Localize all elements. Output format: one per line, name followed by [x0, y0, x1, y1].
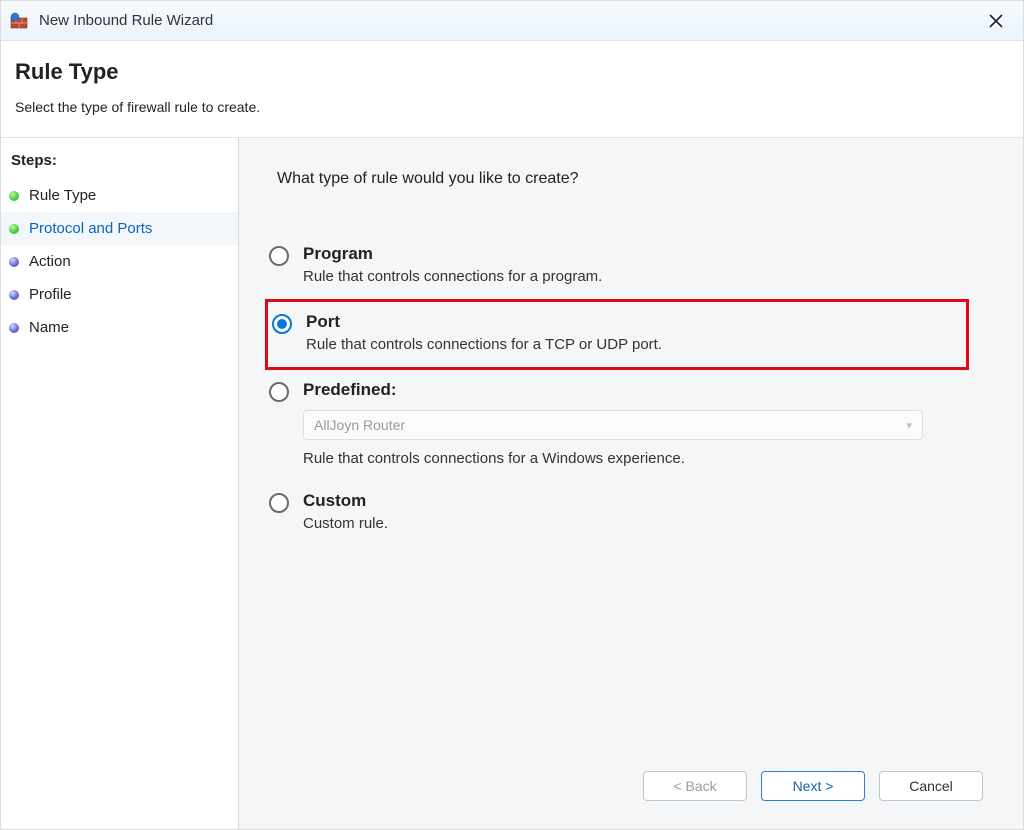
radio-port[interactable] [272, 314, 292, 334]
wizard-body: Steps: Rule Type Protocol and Ports Acti… [1, 138, 1023, 829]
option-body: Custom Custom rule. [303, 491, 961, 532]
option-description: Custom rule. [303, 515, 961, 532]
option-custom[interactable]: Custom Custom rule. [269, 481, 969, 546]
predefined-selected-value: AllJoyn Router [314, 417, 405, 433]
step-label: Protocol and Ports [29, 220, 152, 237]
predefined-select[interactable]: AllJoyn Router ▾ [303, 410, 923, 440]
step-protocol-and-ports[interactable]: Protocol and Ports [1, 212, 238, 245]
step-bullet-icon [9, 290, 19, 300]
step-bullet-icon [9, 224, 19, 234]
chevron-down-icon: ▾ [906, 419, 912, 432]
step-profile[interactable]: Profile [1, 278, 238, 311]
page-header: Rule Type Select the type of firewall ru… [1, 41, 1023, 138]
close-icon [989, 14, 1003, 28]
content-prompt: What type of rule would you like to crea… [277, 170, 993, 188]
window-title: New Inbound Rule Wizard [39, 12, 213, 29]
page-subtitle: Select the type of firewall rule to crea… [15, 99, 1009, 115]
option-label: Program [303, 244, 961, 264]
option-port[interactable]: Port Rule that controls connections for … [265, 299, 969, 370]
option-label: Custom [303, 491, 961, 511]
step-label: Rule Type [29, 187, 96, 204]
option-description: Rule that controls connections for a TCP… [306, 336, 954, 353]
titlebar: New Inbound Rule Wizard [1, 1, 1023, 41]
option-body: Port Rule that controls connections for … [306, 312, 954, 353]
radio-program[interactable] [269, 246, 289, 266]
option-body: Predefined: AllJoyn Router ▾ Rule that c… [303, 380, 961, 467]
close-button[interactable] [977, 2, 1015, 40]
step-action[interactable]: Action [1, 245, 238, 278]
step-label: Action [29, 253, 71, 270]
option-body: Program Rule that controls connections f… [303, 244, 961, 285]
next-button[interactable]: Next > [761, 771, 865, 801]
option-label: Port [306, 312, 954, 332]
option-program[interactable]: Program Rule that controls connections f… [269, 234, 969, 299]
content-pane: What type of rule would you like to crea… [239, 138, 1023, 829]
option-predefined[interactable]: Predefined: AllJoyn Router ▾ Rule that c… [269, 370, 969, 481]
step-bullet-icon [9, 191, 19, 201]
radio-predefined[interactable] [269, 382, 289, 402]
step-bullet-icon [9, 257, 19, 267]
rule-type-options: Program Rule that controls connections f… [269, 234, 969, 546]
option-description: Rule that controls connections for a pro… [303, 268, 961, 285]
page-title: Rule Type [15, 59, 1009, 85]
step-name[interactable]: Name [1, 311, 238, 344]
steps-heading: Steps: [1, 148, 238, 179]
radio-custom[interactable] [269, 493, 289, 513]
step-rule-type[interactable]: Rule Type [1, 179, 238, 212]
firewall-icon [9, 11, 29, 31]
wizard-window: New Inbound Rule Wizard Rule Type Select… [0, 0, 1024, 830]
step-label: Name [29, 319, 69, 336]
wizard-footer: < Back Next > Cancel [269, 753, 993, 815]
option-label: Predefined: [303, 380, 961, 400]
back-button[interactable]: < Back [643, 771, 747, 801]
step-label: Profile [29, 286, 72, 303]
option-description: Rule that controls connections for a Win… [303, 450, 961, 467]
cancel-button[interactable]: Cancel [879, 771, 983, 801]
step-bullet-icon [9, 323, 19, 333]
steps-sidebar: Steps: Rule Type Protocol and Ports Acti… [1, 138, 239, 829]
